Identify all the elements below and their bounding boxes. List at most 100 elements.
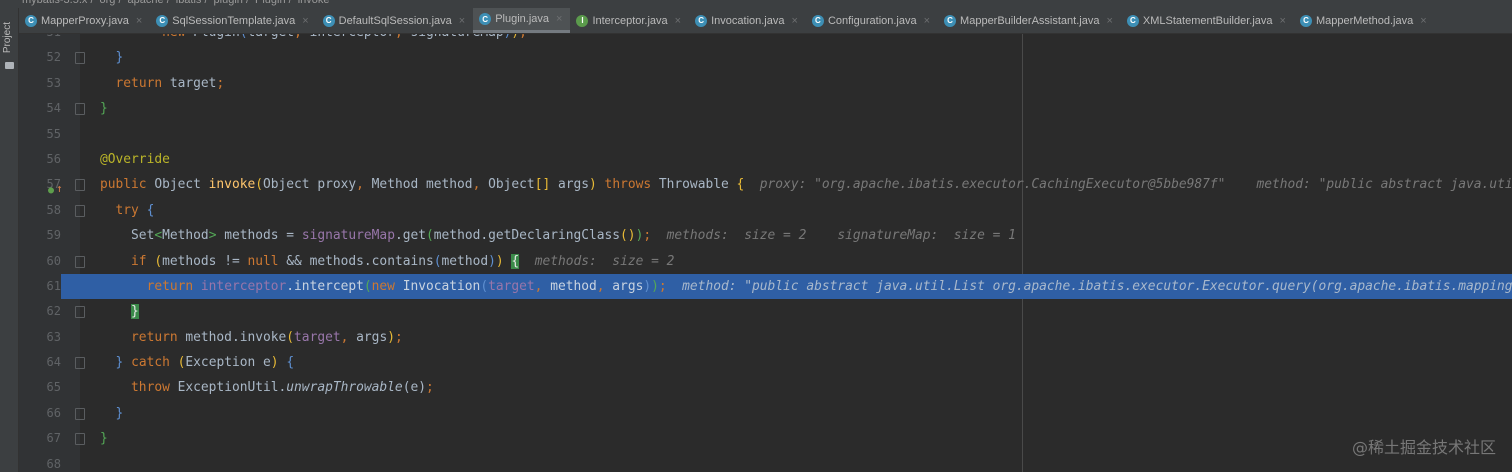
line-number[interactable]: 57: [19, 172, 61, 197]
code-line[interactable]: 58 try {: [19, 198, 1512, 223]
fold-icon[interactable]: [75, 357, 85, 370]
code-token: Object proxy: [263, 177, 357, 193]
line-number[interactable]: 60: [19, 249, 61, 274]
line-number[interactable]: 66: [19, 401, 61, 426]
tab-label: MapperMethod.java: [1315, 14, 1414, 27]
code-token: ;: [426, 380, 434, 396]
line-number[interactable]: 68: [19, 452, 61, 472]
tab-mapperproxy[interactable]: C MapperProxy.java ×: [19, 8, 150, 33]
code-token: ,: [596, 278, 613, 294]
fold-icon[interactable]: [75, 255, 85, 268]
code-token: public: [100, 177, 155, 193]
code-editor[interactable]: 51 new Plugin(target, interceptor, signa…: [19, 34, 1512, 472]
inline-debug-value: methods: size = 2: [519, 253, 675, 269]
fold-icon[interactable]: [75, 103, 85, 116]
code-token: method.getDeclaringClass: [433, 228, 621, 244]
code-line[interactable]: 65 throw ExceptionUtil.unwrapThrowable(e…: [19, 375, 1512, 400]
code-text: }: [100, 299, 139, 324]
tab-xmlstatementbuilder[interactable]: C XMLStatementBuilder.java ×: [1121, 8, 1294, 33]
breadcrumb-item[interactable]: org /: [100, 0, 122, 6]
code-line[interactable]: 67}: [19, 426, 1512, 451]
code-token: if: [131, 253, 155, 269]
breadcrumb-item[interactable]: mybatis-3.5.x /: [22, 0, 94, 6]
project-tool-button[interactable]: Project: [2, 22, 13, 53]
line-number[interactable]: 54: [19, 96, 61, 121]
tab-mappermethod[interactable]: C MapperMethod.java ×: [1294, 8, 1435, 33]
code-line[interactable]: 63 return method.invoke(target, args);: [19, 325, 1512, 350]
code-line[interactable]: 52 }: [19, 45, 1512, 70]
line-number[interactable]: 61: [19, 273, 61, 300]
folder-icon: [5, 62, 14, 69]
tab-plugin[interactable]: C Plugin.java ×: [473, 8, 571, 33]
fold-icon[interactable]: [75, 52, 85, 65]
code-line[interactable]: 62 }: [19, 299, 1512, 324]
line-number[interactable]: 53: [19, 71, 61, 96]
code-line[interactable]: 61 return interceptor.intercept(new Invo…: [19, 273, 1512, 300]
close-icon[interactable]: ×: [302, 15, 308, 27]
close-icon[interactable]: ×: [1106, 15, 1112, 27]
fold-icon[interactable]: [75, 407, 85, 420]
close-icon[interactable]: ×: [459, 15, 465, 27]
code-token: interceptor: [310, 34, 395, 40]
code-token: ;: [519, 34, 527, 40]
line-number[interactable]: 58: [19, 198, 61, 223]
code-line[interactable]: 66 }: [19, 401, 1512, 426]
breadcrumb-item[interactable]: Plugin /: [255, 0, 292, 6]
breadcrumb-item[interactable]: plugin /: [214, 0, 249, 6]
code-token: (: [480, 278, 489, 294]
close-icon[interactable]: ×: [924, 15, 930, 27]
close-icon[interactable]: ×: [675, 15, 681, 27]
code-line[interactable]: 55: [19, 122, 1512, 147]
breadcrumb-item[interactable]: invoke: [298, 0, 330, 6]
code-token: args: [612, 278, 644, 294]
tab-interceptor[interactable]: I Interceptor.java ×: [570, 8, 689, 33]
code-token: Invocation: [402, 278, 481, 294]
project-tool-strip: Project: [0, 8, 19, 472]
line-number[interactable]: 52: [19, 45, 61, 70]
fold-icon[interactable]: [75, 306, 85, 319]
tab-configuration[interactable]: C Configuration.java ×: [806, 8, 938, 33]
close-icon[interactable]: ×: [556, 13, 562, 25]
code-line[interactable]: 57 ● ↑ public Object invoke(Object proxy, M…: [19, 172, 1512, 197]
line-number[interactable]: 64: [19, 350, 61, 375]
code-line[interactable]: 51 new Plugin(target, interceptor, signa…: [19, 34, 1512, 45]
breadcrumb-item[interactable]: ibatis /: [176, 0, 208, 6]
code-token: Object: [154, 177, 209, 193]
fold-icon[interactable]: [75, 179, 85, 192]
fold-icon[interactable]: [75, 204, 85, 217]
code-token: ,: [340, 329, 357, 345]
code-token: target: [488, 278, 535, 294]
code-line[interactable]: 60 if (methods != null && methods.contai…: [19, 249, 1512, 274]
line-number[interactable]: 62: [19, 299, 61, 324]
line-number[interactable]: 63: [19, 325, 61, 350]
code-line[interactable]: 56 @Override: [19, 147, 1512, 172]
tab-invocation[interactable]: C Invocation.java ×: [689, 8, 806, 33]
code-line[interactable]: 59 Set<Method> methods = signatureMap.ge…: [19, 223, 1512, 248]
line-number[interactable]: 55: [19, 122, 61, 147]
close-icon[interactable]: ×: [792, 15, 798, 27]
class-icon: C: [1126, 14, 1139, 27]
tab-mapperbuilderassistant[interactable]: C MapperBuilderAssistant.java ×: [938, 8, 1121, 33]
breadcrumb-item[interactable]: apache /: [128, 0, 170, 6]
tab-label: Plugin.java: [495, 13, 550, 25]
code-token: ,: [294, 34, 310, 40]
fold-icon[interactable]: [75, 433, 85, 446]
close-icon[interactable]: ×: [136, 15, 142, 27]
line-number[interactable]: 67: [19, 426, 61, 451]
code-token: methods !=: [162, 253, 248, 269]
line-number[interactable]: 51: [19, 34, 61, 45]
code-line[interactable]: 54}: [19, 96, 1512, 121]
class-icon: C: [811, 14, 824, 27]
close-icon[interactable]: ×: [1420, 15, 1426, 27]
tab-sqlsessiontemplate[interactable]: C SqlSessionTemplate.java ×: [150, 8, 316, 33]
tab-label: MapperBuilderAssistant.java: [960, 14, 1100, 27]
line-number[interactable]: 56: [19, 147, 61, 172]
code-line[interactable]: 53 return target;: [19, 71, 1512, 96]
line-number[interactable]: 65: [19, 375, 61, 400]
code-line[interactable]: 64 } catch (Exception e) {: [19, 350, 1512, 375]
tab-defaultsqlsession[interactable]: C DefaultSqlSession.java ×: [317, 8, 474, 33]
line-number[interactable]: 59: [19, 223, 61, 248]
code-line[interactable]: 68: [19, 452, 1512, 472]
close-icon[interactable]: ×: [1280, 15, 1286, 27]
